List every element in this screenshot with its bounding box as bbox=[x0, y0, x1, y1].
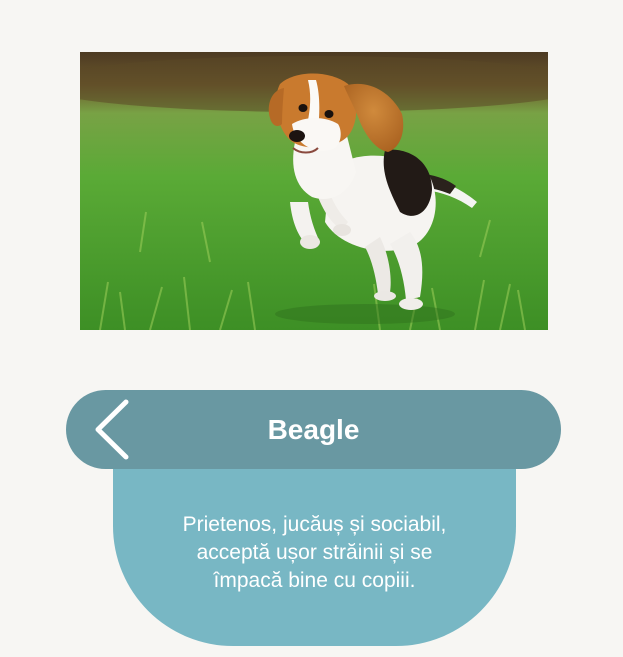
breed-title: Beagle bbox=[267, 414, 360, 445]
breed-description: Prietenos, jucăuș și sociabil, acceptă u… bbox=[182, 513, 447, 592]
breed-photo bbox=[80, 52, 548, 330]
header-bar: Beagle bbox=[66, 390, 561, 469]
info-card: Prietenos, jucăuș și sociabil, acceptă u… bbox=[113, 440, 516, 646]
